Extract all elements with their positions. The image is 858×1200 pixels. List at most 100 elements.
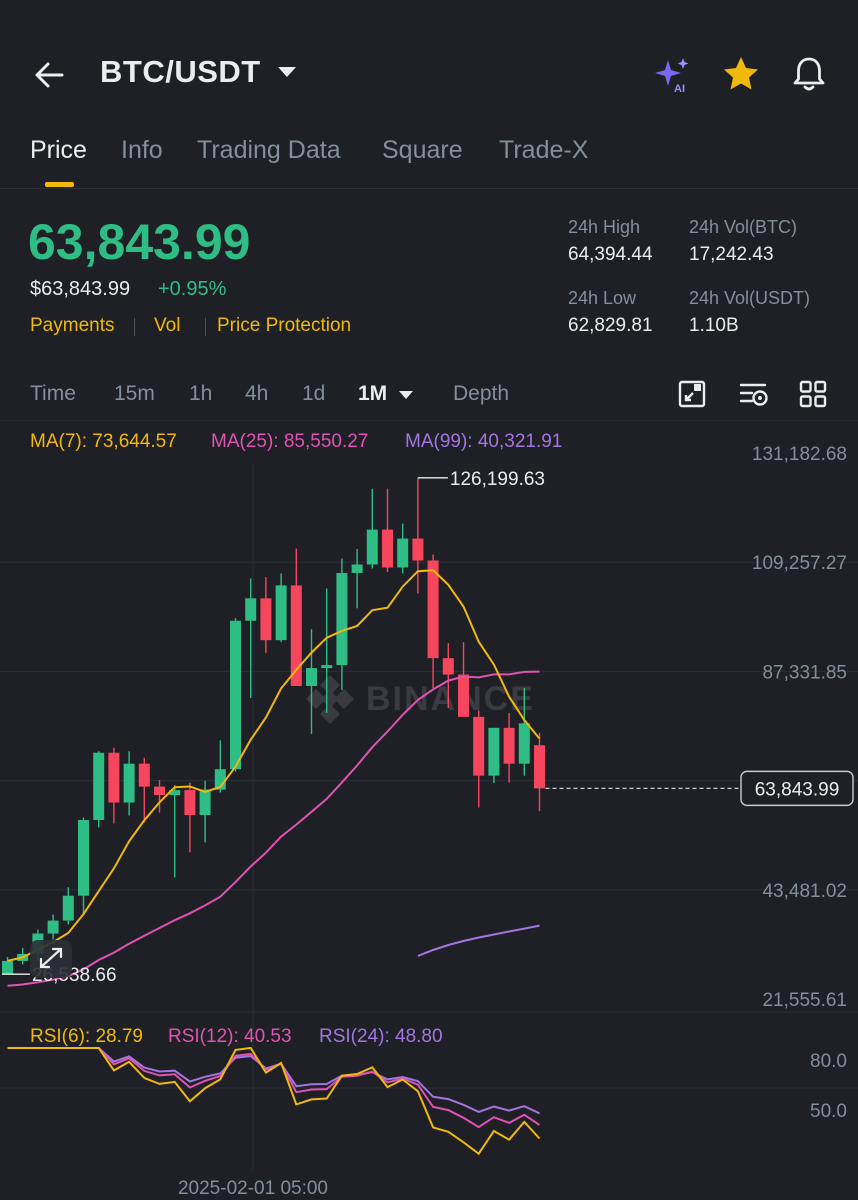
- interval-1m[interactable]: 1M: [358, 382, 387, 406]
- candle-body: [123, 763, 135, 803]
- interval-dropdown-caret-icon[interactable]: [399, 391, 413, 399]
- candle: [458, 642, 469, 717]
- candle-body: [473, 716, 485, 776]
- candle: [351, 549, 363, 609]
- back-arrow-icon[interactable]: [30, 55, 70, 95]
- interval-4h[interactable]: 4h: [245, 382, 268, 406]
- candle: [473, 710, 485, 808]
- candle: [260, 576, 272, 654]
- candle-body: [488, 727, 500, 776]
- interval-time[interactable]: Time: [30, 382, 76, 406]
- binance-watermark: BINANCE: [306, 675, 533, 724]
- ma7-legend: MA(7): 73,644.57: [30, 431, 177, 452]
- candle-body: [366, 529, 378, 565]
- rsi12-legend: RSI(12): 40.53: [168, 1026, 292, 1047]
- bell-icon[interactable]: [787, 52, 831, 96]
- candle-body: [336, 572, 348, 666]
- price-change-percent: +0.95%: [158, 278, 227, 300]
- interval-1d[interactable]: 1d: [302, 382, 325, 406]
- candle: [275, 573, 287, 643]
- candle-body: [442, 658, 454, 675]
- rsi24-line: [7, 1047, 540, 1115]
- price-chart[interactable]: BINANCE131,182.68109,257.2787,331.8565,4…: [0, 420, 858, 1200]
- candle-body: [138, 763, 150, 787]
- candle-body: [199, 789, 211, 815]
- interval-depth[interactable]: Depth: [453, 382, 509, 406]
- tab-trading-data[interactable]: Trading Data: [197, 136, 341, 165]
- candle: [78, 817, 89, 914]
- fullscreen-icon[interactable]: [30, 940, 72, 978]
- active-tab-indicator: [45, 182, 74, 187]
- candle: [503, 712, 515, 783]
- x-axis-date-label: 2025-02-01 05:00: [178, 1178, 328, 1199]
- low-24h-label: 24h Low: [568, 288, 637, 308]
- pair-dropdown-caret-icon[interactable]: [278, 67, 296, 77]
- candle-body: [275, 585, 287, 641]
- svg-text:AI: AI: [674, 83, 685, 95]
- candle-body: [503, 727, 515, 764]
- vol-usdt-label: 24h Vol(USDT): [689, 288, 811, 308]
- y-axis-label: 43,481.02: [762, 881, 847, 902]
- candle-body: [108, 752, 120, 803]
- candle-body: [351, 564, 363, 573]
- candle: [47, 914, 59, 940]
- candle: [93, 751, 105, 828]
- payments-link[interactable]: Payments: [30, 315, 114, 337]
- layout-grid-icon[interactable]: [797, 378, 829, 410]
- interval-1h[interactable]: 1h: [189, 382, 212, 406]
- trading-pair-title[interactable]: BTC/USDT: [100, 54, 261, 90]
- candle: [382, 488, 393, 572]
- low-24h-value: 62,829.81: [568, 315, 653, 336]
- last-price: 63,843.99: [28, 214, 251, 270]
- candle: [336, 558, 348, 690]
- link-separator: [134, 318, 135, 336]
- ma99-line: [417, 924, 540, 957]
- ai-sparkle-icon[interactable]: AI: [650, 52, 694, 96]
- candle-body: [93, 752, 105, 820]
- rsi-axis-label: 80.0: [810, 1051, 847, 1072]
- candle-body: [245, 598, 257, 621]
- tabs-divider: [0, 188, 858, 189]
- current-price-label: 63,843.99: [755, 779, 840, 800]
- tab-price[interactable]: Price: [30, 136, 87, 165]
- ma99-legend: MA(99): 40,321.91: [405, 431, 563, 452]
- tab-square[interactable]: Square: [382, 136, 463, 165]
- y-axis-label: 21,555.61: [762, 990, 847, 1011]
- chart-screenshot-icon[interactable]: [676, 378, 708, 410]
- candle-body: [62, 895, 74, 921]
- candle: [366, 488, 378, 569]
- rsi6-line: [7, 1046, 541, 1156]
- candle: [306, 629, 317, 734]
- high-24h-value: 64,394.44: [568, 244, 653, 265]
- top-tabs: Price Info Trading Data Square Trade-X: [0, 136, 858, 188]
- price-protection-link[interactable]: Price Protection: [217, 315, 351, 337]
- interval-15m[interactable]: 15m: [114, 382, 155, 406]
- candle: [62, 887, 74, 925]
- usd-price: $63,843.99: [30, 278, 131, 300]
- star-icon[interactable]: [719, 52, 763, 96]
- y-axis-label: 109,257.27: [752, 553, 847, 574]
- candle: [397, 523, 409, 574]
- indicator-settings-icon[interactable]: [738, 378, 770, 410]
- vol-link[interactable]: Vol: [154, 315, 180, 337]
- rsi-axis-label: 50.0: [810, 1101, 847, 1122]
- tab-trade-x[interactable]: Trade-X: [499, 136, 588, 165]
- candle-body: [382, 529, 393, 568]
- tab-info[interactable]: Info: [121, 136, 163, 165]
- candle: [534, 732, 545, 812]
- ma7-line: [7, 569, 541, 962]
- candle-body: [397, 538, 409, 568]
- vol-btc-label: 24h Vol(BTC): [689, 217, 798, 237]
- candle-body: [2, 960, 13, 975]
- vol-usdt-value: 1.10B: [689, 315, 739, 336]
- candle: [184, 782, 196, 853]
- link-separator: [205, 318, 206, 336]
- candle-body: [306, 668, 317, 687]
- candle-body: [534, 745, 545, 789]
- candle: [245, 578, 257, 698]
- candle-body: [78, 819, 89, 896]
- rsi24-legend: RSI(24): 48.80: [319, 1026, 443, 1047]
- candle: [214, 740, 226, 793]
- candle: [123, 751, 135, 816]
- y-axis-label: 131,182.68: [752, 444, 847, 465]
